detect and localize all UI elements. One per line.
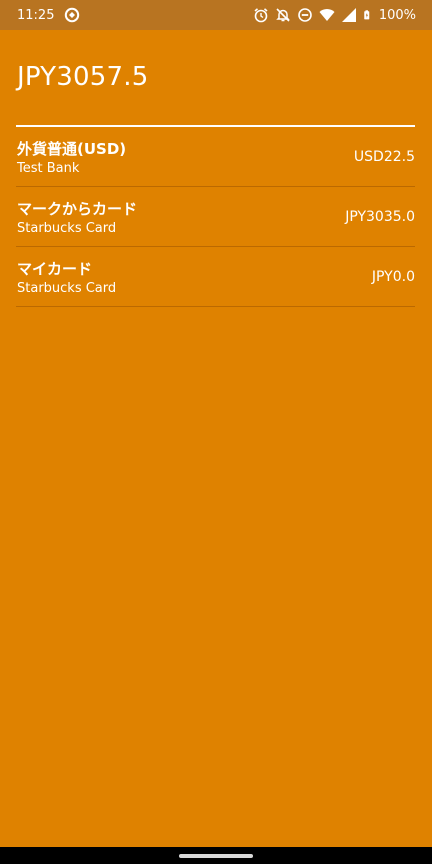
home-gesture-handle[interactable]: [179, 854, 253, 858]
status-time: 11:25: [17, 7, 55, 23]
do-not-disturb-icon: [298, 8, 312, 22]
account-bank: Starbucks Card: [17, 221, 117, 236]
signal-icon: [341, 8, 356, 22]
account-balance: USD22.5: [353, 149, 415, 165]
status-left: 11:25: [17, 7, 80, 23]
app-notification-icon: [65, 7, 80, 23]
wifi-icon: [319, 9, 335, 21]
account-list: 外貨普通(USD) Test Bank USD22.5 マークからカード Sta…: [16, 127, 415, 307]
account-bank: Test Bank: [17, 161, 80, 176]
status-bar: 11:25 100%: [0, 0, 432, 30]
notifications-off-icon: [276, 8, 290, 22]
account-row[interactable]: 外貨普通(USD) Test Bank USD22.5: [16, 127, 415, 187]
account-row[interactable]: マークからカード Starbucks Card JPY3035.0: [16, 187, 415, 247]
account-balance: JPY3035.0: [345, 209, 415, 225]
status-right: 100%: [253, 7, 416, 23]
total-balance: JPY3057.5: [17, 62, 149, 92]
battery-percent: 100%: [378, 7, 416, 23]
account-bank: Starbucks Card: [17, 281, 117, 296]
navigation-bar: [0, 847, 432, 864]
battery-icon: [364, 10, 370, 20]
account-name: マイカード: [17, 260, 93, 278]
account-name: マークからカード: [17, 200, 138, 218]
account-name: 外貨普通(USD): [17, 140, 127, 158]
account-row[interactable]: マイカード Starbucks Card JPY0.0: [16, 247, 415, 307]
account-balance: JPY0.0: [371, 269, 415, 285]
alarm-icon: [254, 8, 268, 23]
